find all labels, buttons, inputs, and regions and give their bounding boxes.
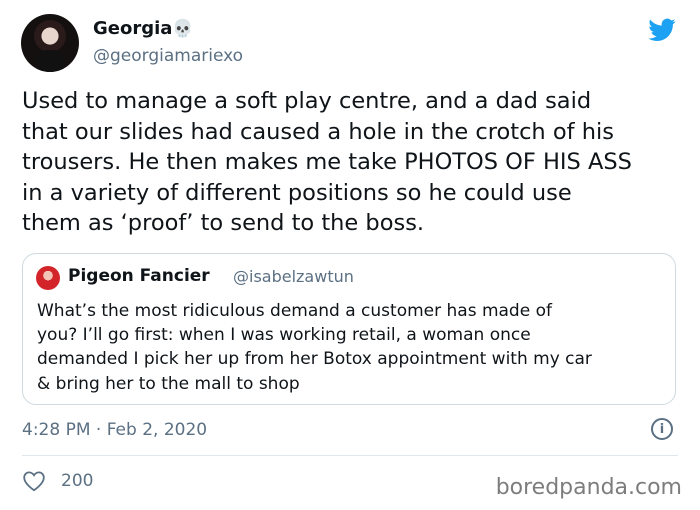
info-icon[interactable]: i <box>651 418 673 440</box>
twitter-bird-icon <box>648 18 676 41</box>
quoted-tweet[interactable]: Pigeon Fancier @isabelzawtun What’s the … <box>22 253 676 405</box>
author-avatar[interactable] <box>21 14 79 72</box>
like-count: 200 <box>61 471 94 491</box>
author-handle[interactable]: @georgiamariexo <box>93 46 243 66</box>
author-name[interactable]: Georgia <box>93 18 172 39</box>
quoted-author-name: Pigeon Fancier <box>68 266 210 286</box>
quoted-tweet-text: What’s the most ridiculous demand a cust… <box>37 301 592 394</box>
quoted-author-avatar <box>36 266 60 290</box>
skull-emoji: 💀 <box>172 19 194 39</box>
tweet-timestamp[interactable]: 4:28 PM · Feb 2, 2020 <box>22 420 207 440</box>
quoted-author-handle: @isabelzawtun <box>233 267 354 286</box>
heart-icon[interactable] <box>22 470 46 492</box>
watermark: boredpanda.com <box>495 475 682 500</box>
divider <box>22 455 678 456</box>
tweet-text: Used to manage a soft play centre, and a… <box>22 88 632 236</box>
